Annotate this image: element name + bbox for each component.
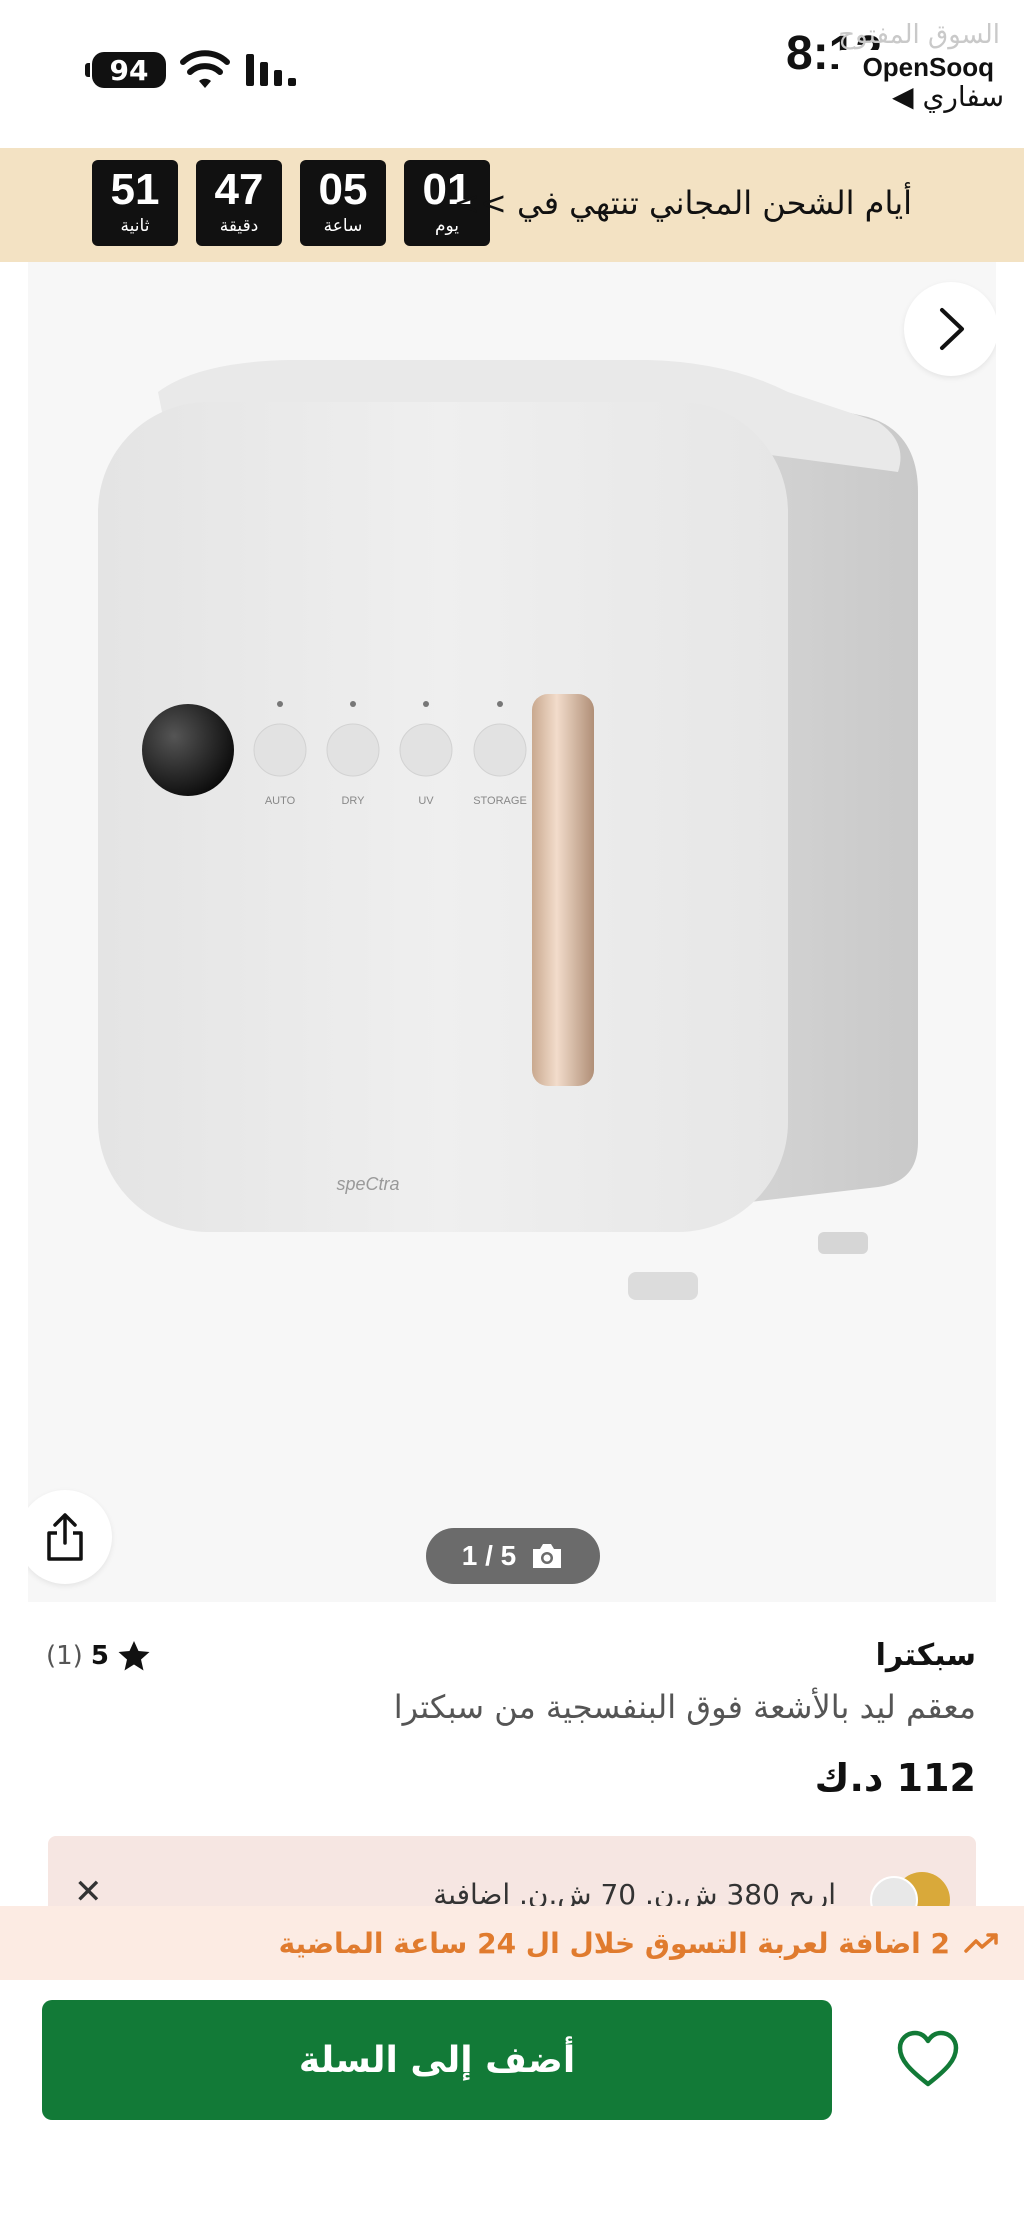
trending-up-icon xyxy=(964,1933,998,1953)
minutes-value: 47 xyxy=(214,165,264,214)
product-image-gallery[interactable]: AUTO DRY UV STORAGE speCtra 1 / 5 xyxy=(28,262,996,1602)
seconds-value: 51 xyxy=(110,165,160,214)
product-brand-mark: speCtra xyxy=(336,1174,399,1194)
product-price: 112 د.ك xyxy=(814,1756,976,1800)
add-to-cart-button[interactable]: أضف إلى السلة xyxy=(42,2000,832,2120)
share-icon xyxy=(47,1513,83,1561)
countdown-seconds: 51 ثانية xyxy=(92,160,178,246)
panel-label-storage: STORAGE xyxy=(473,795,527,807)
review-count: (1) xyxy=(46,1641,83,1671)
opensooq-watermark: السوق المفتوح OpenSooq xyxy=(838,20,1000,85)
hours-label: ساعة xyxy=(323,216,363,236)
rating-value: 5 xyxy=(90,1641,109,1671)
bottom-action-bar: أضف إلى السلة xyxy=(0,1980,1024,2219)
product-image[interactable]: AUTO DRY UV STORAGE speCtra xyxy=(28,262,996,1602)
product-title: معقم ليد بالأشعة فوق البنفسجية من سبكترا xyxy=(393,1688,976,1726)
panel-label-auto: AUTO xyxy=(265,795,296,807)
panel-label-uv: UV xyxy=(418,795,434,807)
battery-level: 94 xyxy=(109,53,149,87)
heart-icon[interactable] xyxy=(896,2030,960,2090)
image-counter-text: 1 / 5 xyxy=(461,1540,517,1571)
product-brand[interactable]: سبكترا xyxy=(876,1638,976,1673)
status-bar: 94 8:12 ◀ سفاري السوق المفتوح OpenSooq xyxy=(0,0,1024,148)
wifi-icon xyxy=(180,50,230,88)
image-counter: 1 / 5 xyxy=(426,1528,600,1584)
next-image-button[interactable] xyxy=(904,282,996,376)
chevron-right-icon xyxy=(940,308,964,350)
watermark-english: OpenSooq xyxy=(838,50,1000,85)
signal-icon xyxy=(246,54,296,86)
countdown-hours: 05 ساعة xyxy=(300,160,386,246)
social-proof-text: 2 اضافة لعربة التسوق خلال ال 24 ساعة الم… xyxy=(278,1926,950,1960)
countdown-text: أيام الشحن المجاني تنتهي في >> xyxy=(453,184,912,222)
minutes-label: دقيقة xyxy=(219,216,259,236)
countdown-minutes: 47 دقيقة xyxy=(196,160,282,246)
star-icon xyxy=(118,1641,150,1671)
free-shipping-countdown-banner[interactable]: 51 ثانية 47 دقيقة 05 ساعة 01 يوم أيام ال… xyxy=(0,148,1024,262)
watermark-arabic: السوق المفتوح xyxy=(838,20,1000,50)
battery-indicator: 94 xyxy=(85,52,166,88)
panel-label-dry: DRY xyxy=(341,795,365,807)
camera-icon xyxy=(533,1544,562,1568)
hours-value: 05 xyxy=(318,165,368,214)
product-rating[interactable]: (1) 5 xyxy=(46,1640,151,1672)
social-proof-bar: 2 اضافة لعربة التسوق خلال ال 24 ساعة الم… xyxy=(0,1906,1024,1980)
seconds-label: ثانية xyxy=(120,216,150,236)
